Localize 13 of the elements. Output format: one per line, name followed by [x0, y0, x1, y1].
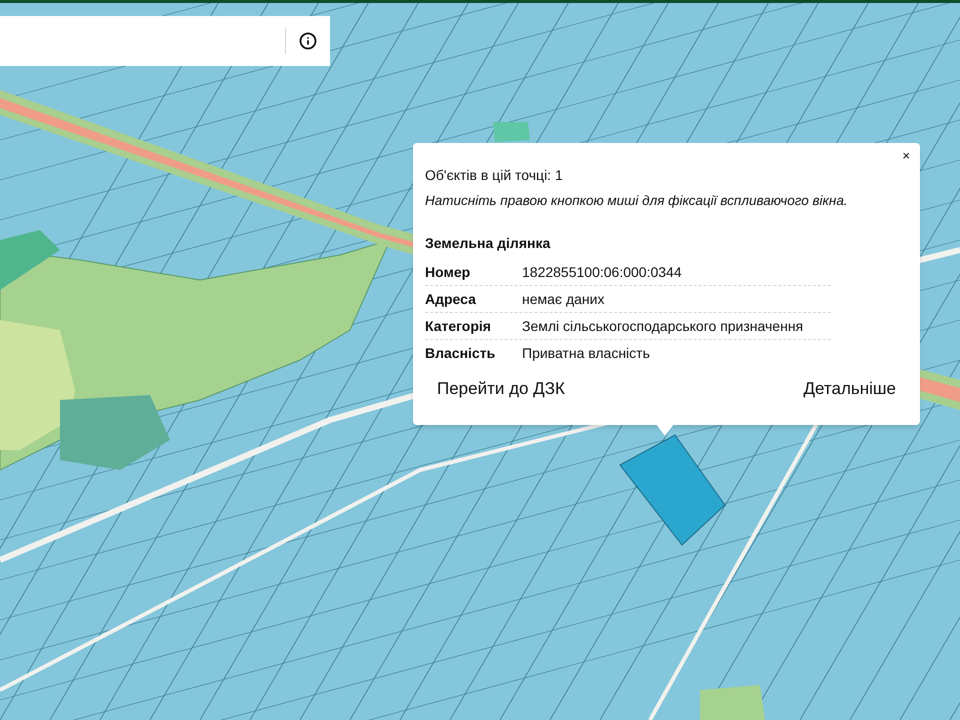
field-label: Категорія — [425, 316, 492, 336]
field-value: Приватна власність — [522, 344, 650, 363]
info-icon — [299, 32, 317, 50]
field-label: Номер — [425, 262, 472, 282]
close-button[interactable]: × — [898, 149, 914, 162]
section-title: Земельна ділянка — [425, 234, 552, 253]
field-value: Землі сільськогосподарського призначення — [522, 316, 804, 336]
field-value: 1822855100:06:000:0344 — [522, 262, 682, 282]
field-label: Адреса — [425, 290, 477, 309]
field-value: немає даних — [522, 290, 604, 309]
hint-text: Натисніть правою кнопкою миші для фіксації вспливаючого вікна. — [425, 192, 849, 210]
field-label: Власність — [425, 344, 496, 363]
object-count: Об'єктів в цій точці: 1 — [425, 166, 564, 185]
